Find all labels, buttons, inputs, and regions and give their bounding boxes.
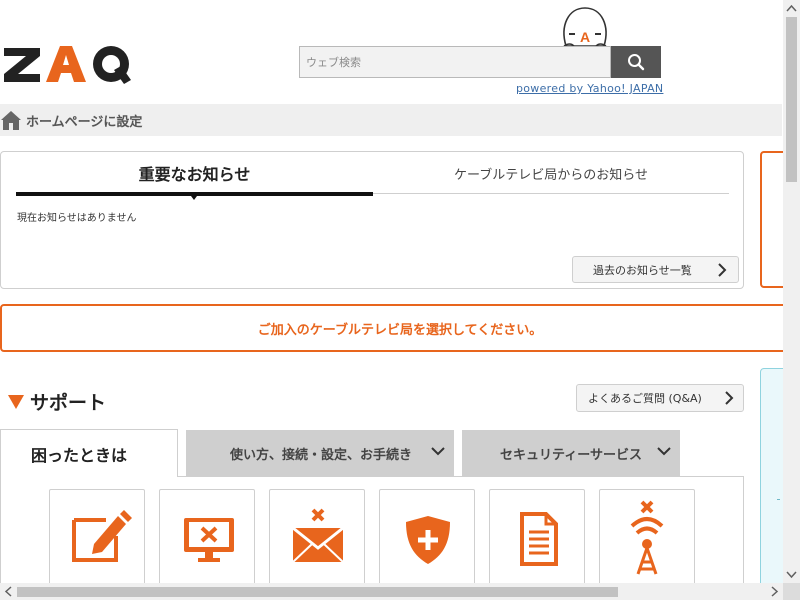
tab-cable-station-notices[interactable]: ケーブルテレビ局からのお知らせ — [373, 152, 729, 194]
web-search-form — [299, 46, 661, 78]
support-heading: サポート — [8, 388, 106, 415]
zaq-logo[interactable] — [2, 42, 132, 86]
chevron-right-icon — [718, 263, 727, 277]
support-tile-signal[interactable] — [599, 489, 695, 585]
select-cable-station-button[interactable]: ご加入のケーブルテレビ局を選択してください。 — [0, 304, 800, 352]
faq-label: よくあるご質問 (Q&A) — [588, 392, 702, 405]
scroll-up-arrow-icon[interactable] — [783, 0, 800, 17]
mascot-badge: A — [580, 29, 590, 45]
chevron-down-icon — [657, 447, 671, 456]
set-homepage-link[interactable]: ホームページに設定 — [0, 104, 142, 136]
tab-security-service[interactable]: セキュリティーサービス — [462, 430, 680, 476]
triangle-down-icon — [8, 394, 24, 409]
powered-by-yahoo-link[interactable]: powered by Yahoo! JAPAN — [516, 82, 663, 95]
support-tile-edit[interactable] — [49, 489, 145, 585]
tab-security-service-label: セキュリティーサービス — [500, 447, 642, 463]
document-icon — [520, 512, 558, 566]
tab-troubleshooting[interactable]: 困ったときは — [0, 429, 178, 477]
edit-pencil-icon — [72, 510, 132, 562]
web-search-input[interactable] — [299, 46, 611, 78]
horizontal-scroll-thumb[interactable] — [17, 587, 618, 597]
scroll-right-arrow-icon[interactable] — [766, 583, 783, 600]
notice-active-caret — [191, 196, 197, 200]
support-tile-monitor[interactable] — [159, 489, 255, 585]
chevron-right-icon — [725, 391, 734, 405]
tab-usage-settings-label: 使い方、接続・設定、お手続き — [230, 447, 413, 463]
vertical-scroll-thumb[interactable] — [786, 17, 797, 182]
house-icon — [1, 111, 21, 130]
scroll-left-arrow-icon[interactable] — [0, 583, 17, 600]
chevron-down-icon — [431, 447, 445, 456]
search-button[interactable] — [611, 46, 661, 78]
faq-button[interactable]: よくあるご質問 (Q&A) — [576, 384, 744, 412]
tab-troubleshooting-label: 困ったときは — [30, 445, 127, 465]
notice-empty-message: 現在お知らせはありません — [17, 213, 137, 224]
support-tile-document[interactable] — [489, 489, 585, 585]
past-notices-button[interactable]: 過去のお知らせ一覧 — [572, 256, 739, 283]
set-homepage-bar: ホームページに設定 — [0, 104, 782, 136]
scrollbar-corner — [783, 583, 800, 600]
monitor-error-icon — [184, 518, 234, 562]
tab-important-notices[interactable]: 重要なお知らせ — [16, 152, 373, 194]
search-icon — [628, 54, 645, 71]
support-tile-mail[interactable] — [269, 489, 365, 585]
tab-usage-settings[interactable]: 使い方、接続・設定、お手続き — [186, 430, 454, 476]
notice-box: 重要なお知らせ ケーブルテレビ局からのお知らせ 現在お知らせはありません 過去の… — [0, 151, 744, 289]
signal-error-icon — [630, 500, 664, 575]
teal-panel-mark — [777, 499, 780, 500]
mail-error-icon — [292, 508, 344, 563]
set-homepage-label: ホームページに設定 — [26, 114, 143, 130]
support-title: サポート — [30, 392, 107, 414]
security-shield-icon — [406, 516, 450, 564]
zaq-logo-graphic — [4, 46, 131, 84]
support-tile-security[interactable] — [379, 489, 475, 585]
past-notices-label: 過去のお知らせ一覧 — [593, 263, 692, 277]
scroll-down-arrow-icon[interactable] — [783, 566, 800, 583]
